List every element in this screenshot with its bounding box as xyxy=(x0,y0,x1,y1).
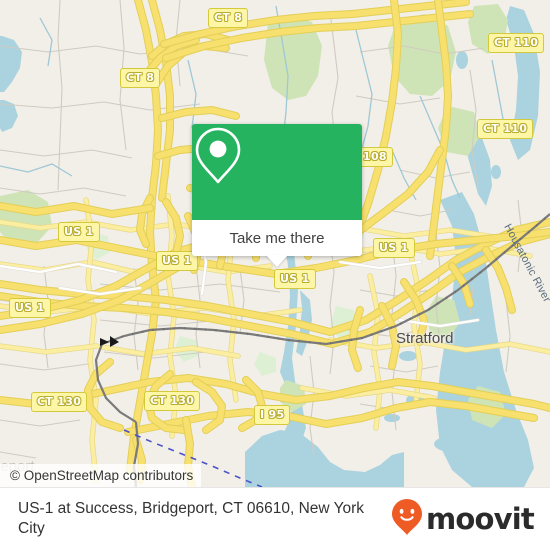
take-me-there-label: Take me there xyxy=(229,229,325,247)
shield-us-1-upper-left[interactable]: US 1 xyxy=(58,222,100,242)
shield-ct-110-north[interactable]: CT 110 xyxy=(488,33,545,53)
shield-i-95[interactable]: I 95 xyxy=(254,405,291,425)
shield-ct-108[interactable]: 108 xyxy=(357,147,393,167)
map-screenshot: .w { fill:#aad3df; } .g { fill:#cfe4b6; … xyxy=(0,0,550,550)
shield-ct-8-north[interactable]: CT 8 xyxy=(208,8,249,28)
moovit-smiley-pin-icon xyxy=(391,498,423,541)
location-callout[interactable]: Take me there xyxy=(192,124,362,267)
osm-attribution-text: © OpenStreetMap contributors xyxy=(10,468,194,483)
footer-bar: US-1 at Success, Bridgeport, CT 06610, N… xyxy=(0,487,550,550)
shield-us-1-stratford[interactable]: US 1 xyxy=(373,238,415,258)
map-canvas[interactable]: .w { fill:#aad3df; } .g { fill:#cfe4b6; … xyxy=(0,0,550,487)
shield-ct-110-mid[interactable]: CT 110 xyxy=(477,119,534,139)
callout-action-bar[interactable]: Take me there xyxy=(192,220,362,256)
osm-attribution[interactable]: © OpenStreetMap contributors xyxy=(0,464,202,487)
callout-pointer xyxy=(266,255,288,267)
place-label-stratford: Stratford xyxy=(396,330,454,347)
moovit-wordmark: moovit xyxy=(426,501,535,536)
shield-ct-8-mid[interactable]: CT 8 xyxy=(120,68,161,88)
location-title: US-1 at Success, Bridgeport, CT 06610, N… xyxy=(18,500,365,537)
callout-header xyxy=(192,124,362,220)
shield-us-1-left[interactable]: US 1 xyxy=(9,298,51,318)
shield-ct-130-center[interactable]: CT 130 xyxy=(144,391,201,411)
moovit-brand[interactable]: moovit xyxy=(391,498,550,541)
shield-ct-130-left[interactable]: CT 130 xyxy=(31,392,88,412)
shield-us-1-below-popup[interactable]: US 1 xyxy=(274,269,316,289)
